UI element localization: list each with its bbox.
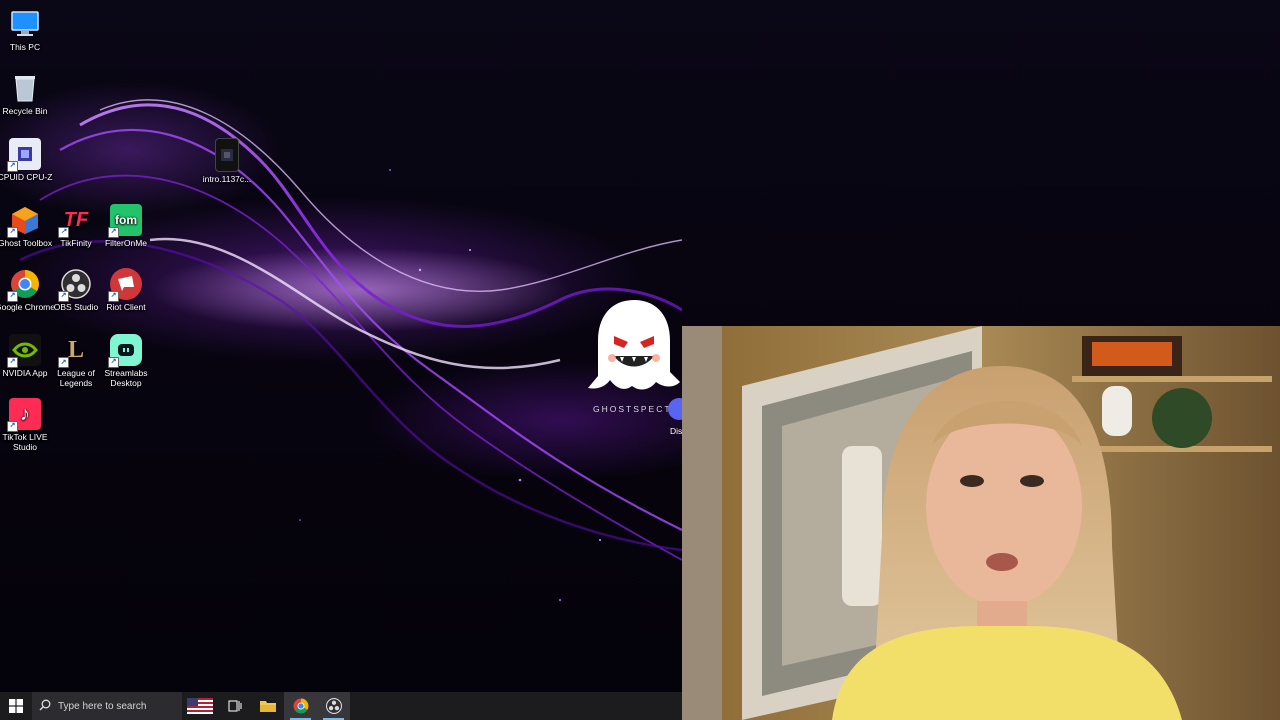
taskbar-file-explorer[interactable] [251,692,284,720]
video-file-icon [215,138,239,172]
league-of-legends-icon: L ↗ [58,334,92,368]
chrome-icon: ↗ [7,268,41,302]
desktop-icon-partial[interactable]: Dis [668,398,682,438]
tiktok-live-icon: ♪ ↗ [7,398,41,432]
streamlabs-icon: ↗ [108,334,142,368]
cpu-z-icon: ↗ [7,138,41,172]
recycle-bin-icon [9,72,41,104]
desktop-icon-recycle-bin[interactable]: Recycle Bin [0,72,58,116]
search-icon [32,699,58,714]
ghost-logo-text: GHOSTSPECT [593,404,672,414]
start-button[interactable] [0,692,32,720]
search-placeholder: Type here to search [58,700,147,712]
this-pc-icon [9,8,41,40]
obs-icon: ↗ [58,268,92,302]
taskbar-search[interactable]: Type here to search [32,692,182,720]
desktop-icon-intro-video[interactable]: intro.1137c... [194,138,260,184]
discord-icon [668,398,682,420]
taskbar-obs[interactable] [317,692,350,720]
webcam-person-icon [682,326,1280,720]
obs-icon [325,698,342,714]
filteronme-icon: fom ↗ [108,204,142,238]
desktop-icon-filteronme[interactable]: fom ↗ FilterOnMe [93,204,159,248]
taskbar-chrome[interactable] [284,692,317,720]
file-explorer-icon [259,701,276,712]
windows-icon [9,699,23,713]
task-view-icon [227,700,242,712]
taskbar: Type here to search [0,692,682,720]
language-flag[interactable] [182,692,218,720]
desktop-icon-riot-client[interactable]: ↗ Riot Client [93,268,159,312]
ghost-toolbox-icon: ↗ [7,204,41,238]
tikfinity-icon: TF ↗ [58,204,92,238]
chrome-icon [293,698,308,714]
webcam-overlay [682,326,1280,720]
desktop-icon-tiktok-live[interactable]: ♪ ↗ TikTok LIVE Studio [0,398,58,452]
us-flag-icon [187,698,213,714]
nvidia-icon: ↗ [7,334,41,368]
desktop-icon-this-pc[interactable]: This PC [0,8,58,52]
desktop-icon-streamlabs[interactable]: ↗ Streamlabs Desktop [93,334,159,388]
desktop-icon-cpu-z[interactable]: ↗ CPUID CPU-Z [0,138,58,182]
riot-client-icon: ↗ [108,268,142,302]
task-view-button[interactable] [218,692,251,720]
